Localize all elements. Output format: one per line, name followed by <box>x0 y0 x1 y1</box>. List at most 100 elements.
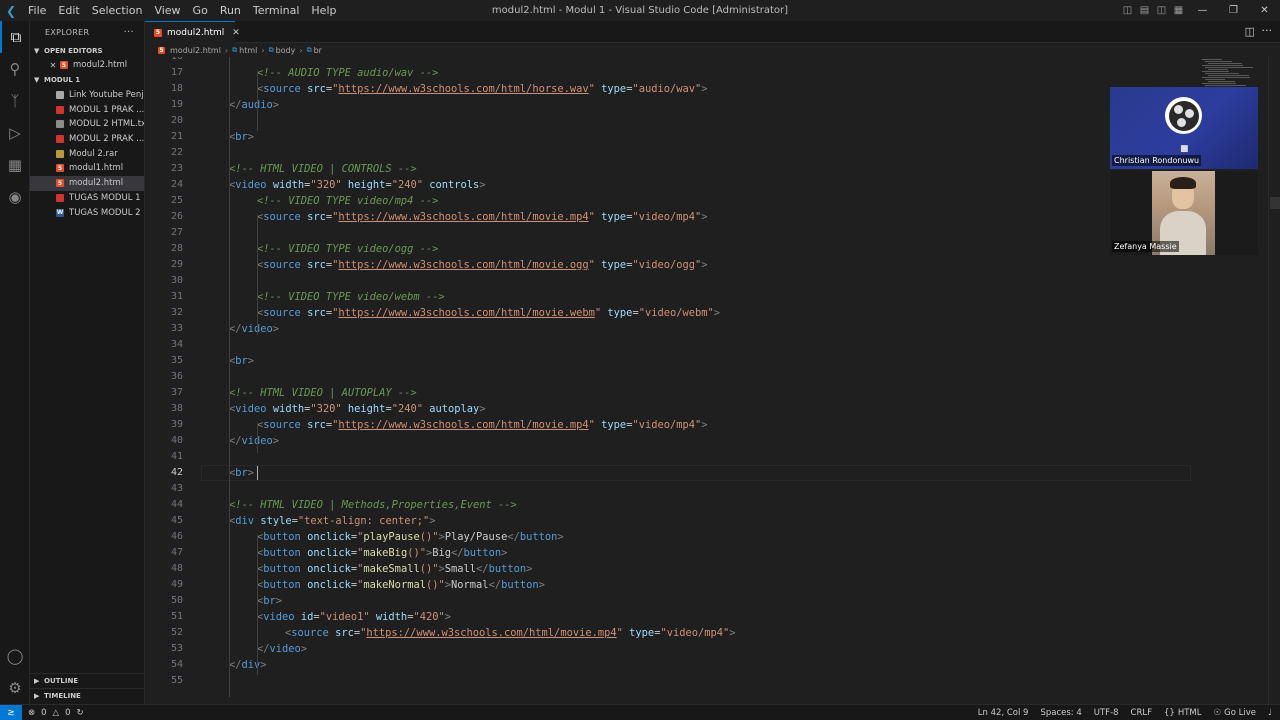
encoding[interactable]: UTF-8 <box>1094 708 1119 718</box>
minimize-button[interactable]: — <box>1187 0 1218 21</box>
code-line[interactable]: <source src="https://www.w3schools.com/h… <box>257 209 708 225</box>
code-line[interactable]: <br> <box>257 593 282 609</box>
run-debug-icon[interactable]: ▷ <box>0 117 30 149</box>
split-editor-icon[interactable]: ◫ <box>1245 25 1255 38</box>
code-line[interactable]: <video width="320" height="240" autoplay… <box>229 401 486 417</box>
code-line[interactable]: <video width="320" height="240" controls… <box>229 177 486 193</box>
search-icon[interactable]: ⚲ <box>0 53 30 85</box>
warning-count[interactable]: 0 <box>65 708 70 718</box>
code-line[interactable]: <source src="https://www.w3schools.com/h… <box>257 305 720 321</box>
camera-off-icon: ■ <box>1180 144 1189 154</box>
code-line[interactable]: <button onclick="makeNormal()">Normal</b… <box>257 577 545 593</box>
source-control-icon[interactable]: ᛉ <box>0 85 30 117</box>
toggle-panel-icon[interactable]: ▤ <box>1136 0 1153 21</box>
toggle-primary-sidebar-icon[interactable]: ◫ <box>1119 0 1136 21</box>
warning-icon[interactable]: △ <box>53 708 60 718</box>
menu-edit[interactable]: Edit <box>52 0 85 21</box>
code-line[interactable]: </video> <box>229 321 279 337</box>
remote-explorer-icon[interactable]: ◉ <box>0 181 30 213</box>
tab-modul2-html[interactable]: 5 modul2.html ✕ <box>145 21 240 43</box>
editor-scrollbar[interactable] <box>1268 57 1280 704</box>
breadcrumb-br[interactable]: br <box>314 46 322 55</box>
code-line[interactable]: <br> <box>229 129 254 145</box>
menu-run[interactable]: Run <box>214 0 247 21</box>
breadcrumb-file[interactable]: modul2.html <box>170 46 221 55</box>
obs-logo-icon <box>1165 97 1202 134</box>
file-item[interactable]: TUGAS MODUL 1 ... <box>30 191 144 206</box>
menu-terminal[interactable]: Terminal <box>247 0 306 21</box>
open-editor-item[interactable]: ✕ 5 modul2.html <box>30 58 144 73</box>
customize-layout-icon[interactable]: ▦ <box>1170 0 1187 21</box>
timeline-section[interactable]: ▶ TIMELINE <box>30 688 144 703</box>
file-item[interactable]: W TUGAS MODUL 2 ... <box>30 205 144 220</box>
menu-go[interactable]: Go <box>187 0 214 21</box>
close-tab-icon[interactable]: ✕ <box>232 28 240 38</box>
code-line[interactable]: </video> <box>229 433 279 449</box>
code-line[interactable]: <br> <box>229 465 254 481</box>
file-item[interactable]: MODUL 1 PRAK ... <box>30 102 144 117</box>
breadcrumb-html[interactable]: html <box>239 46 257 55</box>
menu-help[interactable]: Help <box>305 0 342 21</box>
code-line[interactable]: <button onclick="playPause()">Play/Pause… <box>257 529 564 545</box>
archive-file-icon <box>56 149 64 158</box>
code-line[interactable]: <button onclick="makeBig()">Big</button> <box>257 545 507 561</box>
manage-gear-icon[interactable]: ⚙ <box>0 672 30 704</box>
code-line[interactable]: <!-- HTML VIDEO | CONTROLS --> <box>229 161 417 177</box>
extensions-icon[interactable]: ▦ <box>0 149 30 181</box>
code-line[interactable]: <video id="video1" width="420"> <box>257 609 451 625</box>
code-line[interactable]: <source src="https://www.w3schools.com/h… <box>257 81 708 97</box>
error-count[interactable]: 0 <box>41 708 46 718</box>
code-line[interactable]: <div style="text-align: center;"> <box>229 513 436 529</box>
code-line[interactable]: <!-- VIDEO TYPE video/mp4 --> <box>257 193 438 209</box>
file-item-selected[interactable]: 5 modul2.html <box>30 175 144 191</box>
remote-indicator-icon[interactable]: ≳ <box>0 704 22 720</box>
notifications-bell-icon[interactable]: ♩ <box>1268 708 1272 718</box>
sync-icon[interactable]: ↻ <box>77 708 84 718</box>
file-label: modul2.html <box>69 178 124 189</box>
minimap-line <box>1208 63 1242 64</box>
code-line[interactable]: <!-- HTML VIDEO | AUTOPLAY --> <box>229 385 417 401</box>
menu-file[interactable]: File <box>22 0 52 21</box>
code-line[interactable]: </div> <box>229 657 267 673</box>
accounts-icon[interactable]: ◯ <box>0 640 30 672</box>
code-line[interactable]: <source src="https://www.w3schools.com/h… <box>285 625 736 641</box>
outline-section[interactable]: ▶ OUTLINE <box>30 673 144 688</box>
line-endings[interactable]: CRLF <box>1131 708 1152 718</box>
more-actions-icon[interactable]: ··· <box>124 27 134 38</box>
error-icon[interactable]: ⊗ <box>28 708 35 718</box>
file-item[interactable]: MODUL 2 PRAK ... <box>30 132 144 147</box>
scrollbar-thumb[interactable] <box>1270 197 1280 209</box>
chevron-down-icon: ▼ <box>34 46 40 55</box>
explorer-icon[interactable]: ⧉ <box>0 21 30 53</box>
code-line[interactable]: </audio> <box>229 97 279 113</box>
breadcrumb-body[interactable]: body <box>276 46 296 55</box>
code-line[interactable]: <!-- HTML VIDEO | Methods,Properties,Eve… <box>229 497 517 513</box>
code-line[interactable]: <source src="https://www.w3schools.com/h… <box>257 417 708 433</box>
go-live-button[interactable]: Go Live <box>1224 708 1256 718</box>
open-editors-section[interactable]: ▼ OPEN EDITORS <box>30 43 144 58</box>
file-item[interactable]: MODUL 2 HTML.txt <box>30 117 144 132</box>
code-line[interactable]: <!-- VIDEO TYPE video/ogg --> <box>257 241 438 257</box>
file-item[interactable]: 5 modul1.html <box>30 161 144 176</box>
file-item[interactable]: Modul 2.rar <box>30 146 144 161</box>
toggle-secondary-sidebar-icon[interactable]: ◫ <box>1153 0 1170 21</box>
restore-button[interactable]: ❐ <box>1218 0 1249 21</box>
language-mode[interactable]: HTML <box>1178 708 1202 718</box>
file-item[interactable]: Link Youtube Penj... <box>30 88 144 103</box>
code-line[interactable]: <source src="https://www.w3schools.com/h… <box>257 257 708 273</box>
code-line[interactable]: <button onclick="makeSmall()">Small</but… <box>257 561 532 577</box>
menu-view[interactable]: View <box>148 0 186 21</box>
pdf-file-icon <box>56 135 64 144</box>
more-actions-icon[interactable]: ··· <box>1262 24 1273 37</box>
cursor-position[interactable]: Ln 42, Col 9 <box>978 708 1029 718</box>
folder-section[interactable]: ▼ MODUL 1 <box>30 73 144 88</box>
code-line[interactable]: </video> <box>257 641 307 657</box>
indentation[interactable]: Spaces: 4 <box>1040 708 1081 718</box>
menu-selection[interactable]: Selection <box>86 0 149 21</box>
close-window-button[interactable]: ✕ <box>1249 0 1280 21</box>
code-line[interactable]: <br> <box>229 353 254 369</box>
code-line[interactable]: <!-- AUDIO TYPE audio/wav --> <box>257 65 438 81</box>
close-icon[interactable]: ✕ <box>48 61 58 70</box>
html-file-icon: 5 <box>60 61 68 70</box>
code-line[interactable]: <!-- VIDEO TYPE video/webm --> <box>257 289 445 305</box>
